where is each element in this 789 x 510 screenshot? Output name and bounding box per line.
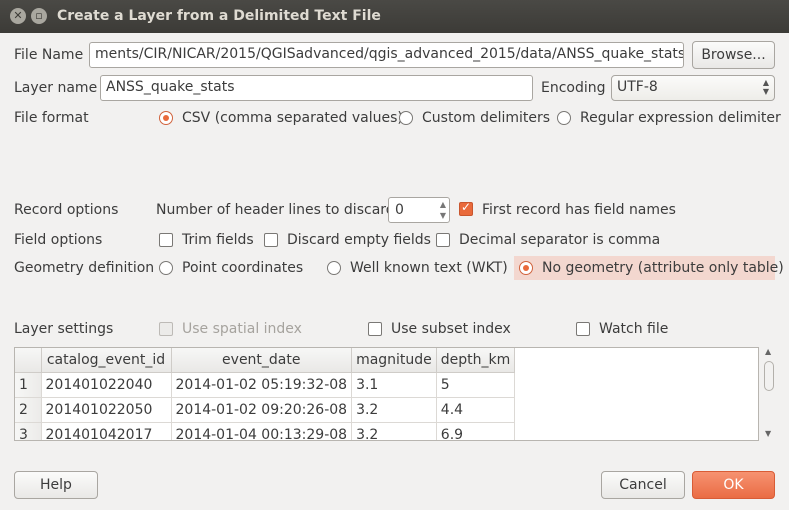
first-record-label[interactable]: First record has field names xyxy=(482,202,676,218)
scroll-down-icon[interactable]: ▼ xyxy=(765,429,771,438)
custom-delimiters-label[interactable]: Custom delimiters xyxy=(422,110,550,126)
help-button[interactable]: Help xyxy=(14,471,98,499)
watch-file-checkbox[interactable] xyxy=(576,322,590,336)
encoding-label: Encoding xyxy=(541,80,606,96)
header-lines-label: Number of header lines to discard xyxy=(156,202,395,218)
wkt-radio[interactable] xyxy=(327,261,341,275)
layer-name-label: Layer name xyxy=(14,80,98,96)
cell-event-date: 2014-01-02 05:19:32-08 xyxy=(171,372,353,398)
spin-down-icon[interactable]: ▼ xyxy=(440,211,446,220)
column-header-depth-km[interactable]: depth_km xyxy=(436,348,516,373)
header-lines-spinbox[interactable]: 0 ▲ ▼ xyxy=(388,197,450,223)
window-title: Create a Layer from a Delimited Text Fil… xyxy=(57,8,381,24)
cell-catalog-event-id: 201401022040 xyxy=(41,372,172,398)
file-format-label: File format xyxy=(14,110,89,126)
csv-label[interactable]: CSV (comma separated values) xyxy=(182,110,403,126)
column-header-event-date[interactable]: event_date xyxy=(171,348,353,373)
file-name-label: File Name xyxy=(14,47,84,63)
column-header-rownum xyxy=(15,348,42,373)
close-icon[interactable]: ✕ xyxy=(10,8,26,24)
cancel-button[interactable]: Cancel xyxy=(601,471,685,499)
decimal-comma-label[interactable]: Decimal separator is comma xyxy=(459,232,660,248)
geometry-definition-label: Geometry definition xyxy=(14,260,155,276)
minimize-icon[interactable]: ▫ xyxy=(31,8,47,24)
scrollbar-thumb[interactable] xyxy=(764,361,774,391)
column-header-magnitude[interactable]: magnitude xyxy=(351,348,437,373)
discard-empty-label[interactable]: Discard empty fields xyxy=(287,232,431,248)
point-coordinates-label[interactable]: Point coordinates xyxy=(182,260,303,276)
cell-depth-km: 4.4 xyxy=(436,397,516,423)
trim-fields-checkbox[interactable] xyxy=(159,233,173,247)
cell-magnitude: 3.2 xyxy=(351,422,437,440)
encoding-value: UTF-8 xyxy=(617,79,658,95)
layer-name-input[interactable]: ANSS_quake_stats xyxy=(100,75,533,101)
wkt-label[interactable]: Well known text (WKT) xyxy=(350,260,508,276)
cell-event-date: 2014-01-04 00:13:29-08 xyxy=(171,422,353,440)
custom-delimiters-radio[interactable] xyxy=(399,111,413,125)
no-geometry-radio[interactable] xyxy=(519,261,533,275)
table-row[interactable]: 2 201401022050 2014-01-02 09:20:26-08 3.… xyxy=(15,397,516,423)
first-record-checkbox[interactable] xyxy=(459,200,473,216)
cell-catalog-event-id: 201401042017 xyxy=(41,422,172,440)
discard-empty-checkbox[interactable] xyxy=(264,233,278,247)
spatial-index-label: Use spatial index xyxy=(182,321,302,337)
file-name-input[interactable]: ments/CIR/NICAR/2015/QGISadvanced/qgis_a… xyxy=(89,42,684,68)
browse-button[interactable]: Browse... xyxy=(692,41,775,69)
table-header-row: catalog_event_id event_date magnitude de… xyxy=(15,348,516,373)
cell-magnitude: 3.1 xyxy=(351,372,437,398)
field-options-label: Field options xyxy=(14,232,103,248)
title-bar: ✕ ▫ Create a Layer from a Delimited Text… xyxy=(0,0,789,33)
trim-fields-label[interactable]: Trim fields xyxy=(182,232,254,248)
header-lines-value: 0 xyxy=(395,202,404,218)
layer-settings-label: Layer settings xyxy=(14,321,114,337)
scroll-up-icon[interactable]: ▲ xyxy=(765,347,771,356)
cell-magnitude: 3.2 xyxy=(351,397,437,423)
cell-depth-km: 6.9 xyxy=(436,422,516,440)
decimal-comma-checkbox[interactable] xyxy=(436,233,450,247)
table-vertical-scrollbar[interactable]: ▲ ▼ xyxy=(762,347,776,441)
cell-catalog-event-id: 201401022050 xyxy=(41,397,172,423)
column-header-catalog-event-id[interactable]: catalog_event_id xyxy=(41,348,172,373)
csv-radio[interactable] xyxy=(159,111,173,125)
subset-index-checkbox[interactable] xyxy=(368,322,382,336)
watch-file-label[interactable]: Watch file xyxy=(599,321,668,337)
spin-up-icon[interactable]: ▲ xyxy=(440,200,446,209)
row-number: 1 xyxy=(15,372,42,398)
point-coordinates-radio[interactable] xyxy=(159,261,173,275)
table-row[interactable]: 3 201401042017 2014-01-04 00:13:29-08 3.… xyxy=(15,422,516,440)
encoding-select[interactable]: UTF-8 ▲ ▼ xyxy=(611,75,775,101)
table-row[interactable]: 1 201401022040 2014-01-02 05:19:32-08 3.… xyxy=(15,372,516,398)
record-options-label: Record options xyxy=(14,202,119,218)
ok-button[interactable]: OK xyxy=(692,471,775,499)
regex-delimiter-label[interactable]: Regular expression delimiter xyxy=(580,110,781,126)
regex-delimiter-radio[interactable] xyxy=(557,111,571,125)
cell-event-date: 2014-01-02 09:20:26-08 xyxy=(171,397,353,423)
no-geometry-label[interactable]: No geometry (attribute only table) xyxy=(542,260,784,276)
cell-depth-km: 5 xyxy=(436,372,516,398)
sample-data-table[interactable]: catalog_event_id event_date magnitude de… xyxy=(14,347,759,441)
spatial-index-checkbox[interactable] xyxy=(159,322,173,336)
subset-index-label[interactable]: Use subset index xyxy=(391,321,511,337)
updown-arrows-icon: ▲ ▼ xyxy=(762,78,769,96)
row-number: 2 xyxy=(15,397,42,423)
row-number: 3 xyxy=(15,422,42,440)
